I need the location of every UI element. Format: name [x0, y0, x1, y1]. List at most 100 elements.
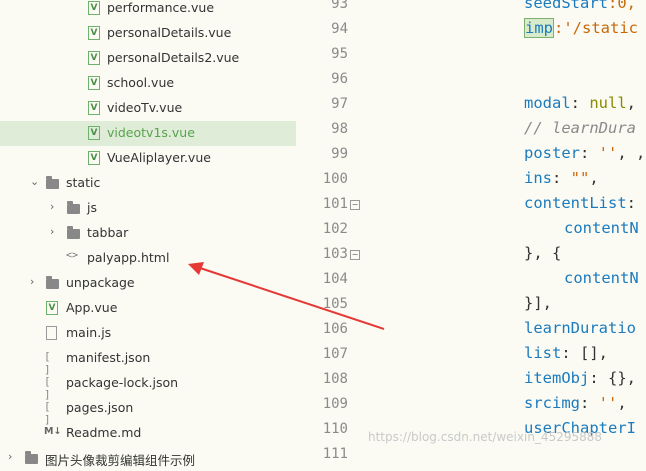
- line-number: 99: [331, 146, 348, 162]
- code-token: :: [570, 94, 590, 112]
- code-line: ins: "",: [524, 169, 599, 187]
- tree-item-vuealiplayer[interactable]: V VueAliplayer.vue: [0, 146, 296, 171]
- line-number: 102: [322, 221, 348, 237]
- fold-collapse-icon[interactable]: −: [350, 200, 360, 210]
- vue-file-icon: V: [88, 26, 100, 40]
- code-line: contentList:: [524, 194, 636, 212]
- tree-item-label: package-lock.json: [66, 375, 179, 390]
- code-token: :0,: [608, 0, 636, 12]
- vue-file-icon: V: [88, 151, 100, 165]
- code-token: :: [580, 144, 599, 162]
- chevron-right-icon[interactable]: ›: [30, 275, 34, 288]
- tree-folder-unpackage[interactable]: › unpackage: [0, 271, 296, 296]
- line-number: 93: [331, 0, 348, 12]
- tree-item-videotv[interactable]: V videoTv.vue: [0, 96, 296, 121]
- code-token: srcimg: [524, 394, 580, 412]
- tree-folder-js[interactable]: › js: [0, 196, 296, 221]
- code-token: contentList: [524, 194, 627, 212]
- line-number: 103: [322, 246, 348, 262]
- line-number: 108: [322, 371, 348, 387]
- tree-folder-tabbar[interactable]: › tabbar: [0, 221, 296, 246]
- line-number: 109: [322, 396, 348, 412]
- folder-icon: [67, 201, 80, 214]
- tree-item-performance[interactable]: V performance.vue: [0, 0, 296, 21]
- tree-item-personaldetails2[interactable]: V personalDetails2.vue: [0, 46, 296, 71]
- tree-item-label: personalDetails2.vue: [107, 50, 240, 65]
- line-number: 95: [331, 46, 348, 62]
- code-token: ,: [617, 394, 627, 412]
- code-line: contentN: [564, 219, 639, 237]
- tree-item-label: performance.vue: [107, 0, 215, 15]
- vue-file-icon: V: [88, 76, 100, 90]
- line-number-gutter: 93 94 95 96 97 98 99 100 101 − 102 103 −…: [304, 0, 366, 462]
- code-token: :'/static: [554, 19, 638, 37]
- tree-item-videotv1s[interactable]: V videotv1s.vue: [0, 121, 296, 146]
- folder-icon: [46, 276, 59, 289]
- watermark: https://blog.csdn.net/weixin_45295888: [368, 430, 603, 444]
- code-token: modal: [524, 94, 571, 112]
- tree-item-package-lock[interactable]: [ ] package-lock.json: [0, 371, 296, 401]
- code-token: :: [552, 169, 571, 187]
- code-token: ,: [626, 94, 637, 112]
- code-token: ins: [524, 169, 552, 187]
- tree-item-label: tabbar: [87, 225, 129, 240]
- chevron-right-icon[interactable]: ›: [50, 200, 54, 213]
- tree-item-label: main.js: [66, 325, 112, 340]
- tree-item-label: school.vue: [107, 75, 175, 90]
- json-file-icon: [ ]: [44, 400, 51, 426]
- file-explorer: V performance.vue V personalDetails.vue …: [0, 0, 296, 468]
- code-line: itemObj: {},: [524, 369, 636, 387]
- tree-item-label: palyapp.html: [87, 250, 170, 265]
- tree-item-label: manifest.json: [66, 350, 151, 365]
- folder-icon: [67, 226, 80, 239]
- tree-item-manifest[interactable]: [ ] manifest.json: [0, 346, 296, 376]
- code-token: ,: [589, 169, 599, 187]
- code-token: :: [580, 394, 599, 412]
- tree-item-pages[interactable]: [ ] pages.json: [0, 396, 296, 426]
- code-line: contentN: [564, 269, 639, 287]
- line-number: 96: [331, 71, 348, 87]
- tree-item-app-vue[interactable]: V App.vue: [0, 296, 296, 321]
- json-file-icon: [ ]: [44, 375, 51, 401]
- code-line: }, {: [524, 244, 562, 262]
- vue-file-icon: V: [88, 1, 100, 15]
- code-token: null: [589, 94, 627, 112]
- tree-item-label: VueAliplayer.vue: [107, 150, 211, 165]
- chevron-down-icon[interactable]: ⌄: [30, 175, 39, 188]
- code-token: , ,: [617, 144, 646, 162]
- line-number: 107: [322, 346, 348, 362]
- tree-item-label: personalDetails.vue: [107, 25, 232, 40]
- tree-item-palyapp[interactable]: <> palyapp.html: [0, 246, 296, 271]
- vue-file-icon: V: [88, 51, 100, 65]
- chevron-right-icon[interactable]: ›: [50, 225, 54, 238]
- line-number: 105: [322, 296, 348, 312]
- line-number: 94: [331, 21, 348, 37]
- code-token: poster: [524, 144, 580, 162]
- line-number: 101: [322, 196, 348, 212]
- code-token: '': [598, 394, 618, 412]
- code-token: list: [524, 344, 562, 362]
- code-line: imp:'/static: [524, 18, 638, 38]
- tree-folder-crop-demo[interactable]: › 图片头像裁剪编辑组件示例: [0, 446, 296, 471]
- code-token: '': [598, 144, 618, 162]
- html-file-icon: <>: [66, 250, 79, 261]
- code-token: "": [570, 169, 590, 187]
- tree-item-main-js[interactable]: main.js: [0, 321, 296, 346]
- code-editor[interactable]: seedStart:0, imp:'/static modal: null, /…: [366, 0, 646, 458]
- code-token: :: [626, 194, 636, 212]
- code-line: learnDuratio: [524, 319, 636, 337]
- tree-item-school[interactable]: V school.vue: [0, 71, 296, 96]
- tree-item-personaldetails[interactable]: V personalDetails.vue: [0, 21, 296, 46]
- tree-item-label: Readme.md: [66, 425, 142, 440]
- code-line: srcimg: '',: [524, 394, 627, 412]
- tree-item-label: unpackage: [66, 275, 135, 290]
- line-number: 110: [322, 421, 348, 437]
- tree-item-readme[interactable]: M↓ Readme.md: [0, 421, 296, 446]
- chevron-right-icon[interactable]: ›: [8, 450, 12, 463]
- json-file-icon: [ ]: [44, 350, 51, 376]
- tree-item-label: videoTv.vue: [107, 100, 183, 115]
- fold-collapse-icon[interactable]: −: [350, 250, 360, 260]
- code-line: }],: [524, 294, 552, 312]
- tree-folder-static[interactable]: ⌄ static: [0, 171, 296, 196]
- markdown-file-icon: M↓: [44, 426, 62, 437]
